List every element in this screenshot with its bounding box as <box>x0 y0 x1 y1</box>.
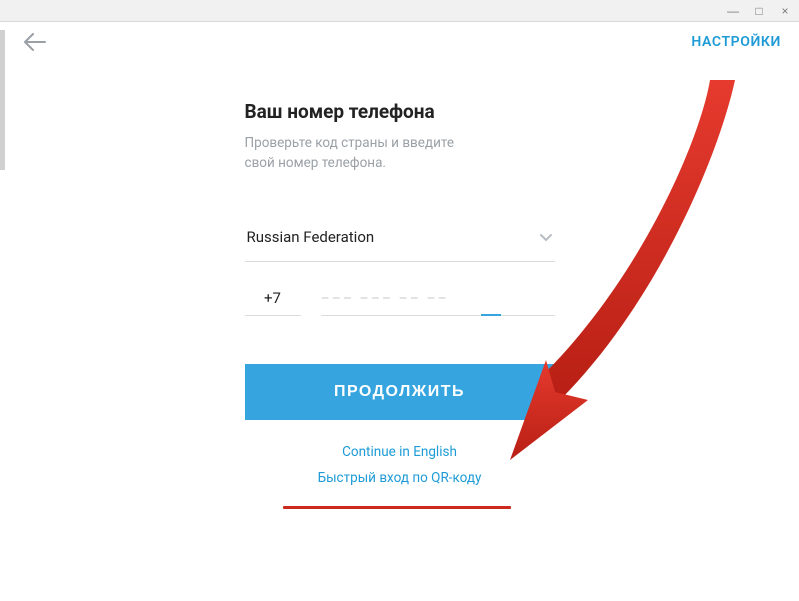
phone-number-input[interactable]: ––– ––– –– –– <box>321 288 555 316</box>
app-header: НАСТРОЙКИ <box>0 22 799 62</box>
page-title: Ваш номер телефона <box>245 100 555 123</box>
spacer <box>245 320 555 364</box>
window-maximize-button[interactable]: □ <box>751 5 767 17</box>
arrow-left-icon <box>24 33 46 51</box>
page-subtitle: Проверьте код страны и введите свой номе… <box>245 133 555 174</box>
country-select[interactable]: Russian Federation <box>245 220 555 262</box>
qr-login-link[interactable]: Быстрый вход по QR-коду <box>245 470 555 486</box>
country-name: Russian Federation <box>247 228 375 246</box>
settings-link[interactable]: НАСТРОЙКИ <box>691 34 781 50</box>
continue-button[interactable]: ПРОДОЛЖИТЬ <box>245 364 555 420</box>
phone-placeholder: ––– ––– –– –– <box>321 291 449 307</box>
phone-row: +7 ––– ––– –– –– <box>245 288 555 316</box>
login-form: Ваш номер телефона Проверьте код страны … <box>245 100 555 486</box>
back-button[interactable] <box>18 29 52 55</box>
annotation-underline <box>283 506 511 509</box>
chevron-down-icon <box>539 228 553 247</box>
continue-english-link[interactable]: Continue in English <box>245 444 555 460</box>
subtitle-line: Проверьте код страны и введите <box>245 135 455 151</box>
window-close-button[interactable]: × <box>777 5 793 17</box>
country-code-input[interactable]: +7 <box>245 289 301 316</box>
subtitle-line: свой номер телефона. <box>245 155 386 171</box>
left-edge-decoration <box>0 30 5 170</box>
window-titlebar: — □ × <box>0 0 799 22</box>
window-minimize-button[interactable]: — <box>725 5 741 17</box>
